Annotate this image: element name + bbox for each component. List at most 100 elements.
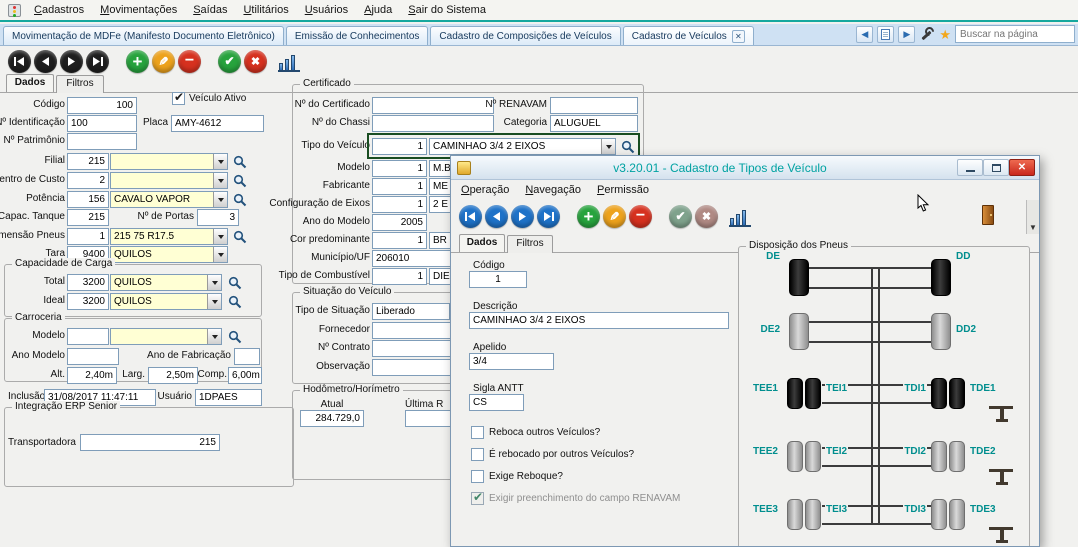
popup-tab-filtros[interactable]: Filtros	[507, 235, 553, 253]
toolbar-overflow-button[interactable]: ▼	[1026, 200, 1039, 234]
tab-filtros[interactable]: Filtros	[56, 75, 104, 93]
filial-code-field[interactable]: 215	[67, 153, 109, 170]
comp-field[interactable]: 6,00m	[228, 367, 262, 384]
popup-sigla-antt-field[interactable]: CS	[469, 394, 524, 411]
popup-first-record-button[interactable]	[459, 205, 482, 228]
carroceria-modelo-lookup-button[interactable]	[226, 328, 243, 345]
ideal-code-field[interactable]: 3200	[67, 293, 109, 310]
popup-menu-operacao[interactable]: Operação	[453, 183, 517, 197]
next-record-button[interactable]	[60, 50, 83, 73]
popup-chart-button[interactable]	[729, 206, 751, 227]
centro-custo-lookup-button[interactable]	[231, 172, 248, 189]
popup-cancel-button[interactable]: ✖	[695, 205, 718, 228]
ideal-lookup-button[interactable]	[226, 293, 243, 310]
tipo-veiculo-combo[interactable]: CAMINHAO 3/4 2 EIXOS	[429, 138, 616, 155]
potencia-combo[interactable]: CAVALO VAPOR	[110, 191, 228, 208]
menu-utilitarios[interactable]: Utilitários	[235, 3, 296, 17]
star-icon[interactable]: ★	[939, 28, 951, 41]
previous-record-button[interactable]	[34, 50, 57, 73]
wrench-icon[interactable]	[919, 26, 935, 42]
menu-cadastros[interactable]: Cadastros	[26, 3, 92, 17]
patrimonio-field[interactable]	[67, 133, 137, 150]
cert-modelo-code-field[interactable]: 1	[372, 160, 427, 177]
back-button[interactable]: ◀	[856, 26, 873, 43]
transportadora-field[interactable]: 215	[80, 434, 220, 451]
tab-dados[interactable]: Dados	[6, 74, 54, 92]
config-eixos-code-field[interactable]: 1	[372, 196, 427, 213]
num-certificado-field[interactable]	[372, 97, 494, 114]
chevron-down-icon[interactable]	[213, 154, 227, 169]
exit-door-button[interactable]	[981, 204, 997, 226]
ano-modelo-field[interactable]	[67, 348, 119, 365]
potencia-lookup-button[interactable]	[231, 191, 248, 208]
forward-button[interactable]: ▶	[898, 26, 915, 43]
ideal-combo[interactable]: QUILOS	[110, 293, 222, 310]
popup-titlebar[interactable]: v3.20.01 - Cadastro de Tipos de Veículo …	[451, 156, 1039, 180]
chevron-down-icon[interactable]	[207, 329, 221, 344]
popup-add-button[interactable]: +	[577, 205, 600, 228]
cor-code-field[interactable]: 1	[372, 232, 427, 249]
close-icon[interactable]: ✕	[732, 30, 745, 43]
num-portas-field[interactable]: 3	[197, 209, 239, 226]
chevron-down-icon[interactable]	[213, 192, 227, 207]
chevron-down-icon[interactable]	[207, 294, 221, 309]
menu-ajuda[interactable]: Ajuda	[356, 3, 400, 17]
total-combo[interactable]: QUILOS	[110, 274, 222, 291]
hodometro-atual-field[interactable]: 284.729,0	[300, 410, 364, 427]
centro-custo-combo[interactable]	[110, 172, 228, 189]
ano-do-modelo-field[interactable]: 2005	[372, 214, 427, 231]
dimensao-pneus-combo[interactable]: 215 75 R17.5	[110, 228, 228, 245]
chassi-field[interactable]	[372, 115, 494, 132]
cancel-button[interactable]: ✖	[244, 50, 267, 73]
placa-field[interactable]: AMY-4612	[171, 115, 264, 132]
rebocado-checkbox[interactable]	[471, 448, 484, 461]
first-record-button[interactable]	[8, 50, 31, 73]
popup-next-record-button[interactable]	[511, 205, 534, 228]
carroceria-modelo-combo[interactable]	[110, 328, 222, 345]
menu-movimentacoes[interactable]: Movimentações	[92, 3, 185, 17]
tab-cadastro-composicoes[interactable]: Cadastro de Composições de Veículos	[430, 26, 620, 45]
chevron-down-icon[interactable]	[601, 139, 615, 154]
larg-field[interactable]: 2,50m	[148, 367, 198, 384]
menu-sair[interactable]: Sair do Sistema	[400, 3, 494, 17]
combustivel-code-field[interactable]: 1	[372, 268, 427, 285]
tara-combo[interactable]: QUILOS	[110, 246, 228, 263]
popup-codigo-field[interactable]: 1	[469, 271, 527, 288]
popup-delete-button[interactable]: −	[629, 205, 652, 228]
chevron-down-icon[interactable]	[213, 247, 227, 262]
chevron-down-icon[interactable]	[207, 275, 221, 290]
tipo-veiculo-lookup-button[interactable]	[619, 138, 636, 155]
dimensao-pneus-code-field[interactable]: 1	[67, 228, 109, 245]
veiculo-ativo-checkbox[interactable]	[172, 92, 185, 105]
renavam-field[interactable]	[550, 97, 638, 114]
confirm-button[interactable]: ✔	[218, 50, 241, 73]
reboca-checkbox[interactable]	[471, 426, 484, 439]
total-code-field[interactable]: 3200	[67, 274, 109, 291]
tipo-veiculo-code-field[interactable]: 1	[372, 138, 427, 155]
menu-saidas[interactable]: Saídas	[185, 3, 235, 17]
popup-previous-record-button[interactable]	[485, 205, 508, 228]
maximize-button[interactable]	[983, 159, 1009, 176]
tab-movimentacao-mdfe[interactable]: Movimentação de MDFe (Manifesto Document…	[3, 26, 284, 45]
chart-button[interactable]	[278, 51, 300, 72]
popup-tab-dados[interactable]: Dados	[459, 234, 505, 252]
close-window-button[interactable]: ✕	[1009, 159, 1035, 176]
exige-reboque-checkbox[interactable]	[471, 470, 484, 483]
popup-descricao-field[interactable]: CAMINHAO 3/4 2 EIXOS	[469, 312, 729, 329]
carroceria-modelo-code-field[interactable]	[67, 328, 109, 345]
popup-edit-button[interactable]: ✎	[603, 205, 626, 228]
capac-tanque-field[interactable]: 215	[67, 209, 109, 226]
filial-lookup-button[interactable]	[231, 153, 248, 170]
dimensao-pneus-lookup-button[interactable]	[231, 228, 248, 245]
edit-button[interactable]: ✎	[152, 50, 175, 73]
delete-button[interactable]: −	[178, 50, 201, 73]
tab-cadastro-veiculos[interactable]: Cadastro de Veículos✕	[623, 26, 754, 45]
minimize-button[interactable]	[957, 159, 983, 176]
last-record-button[interactable]	[86, 50, 109, 73]
pages-button[interactable]	[877, 26, 894, 43]
total-lookup-button[interactable]	[226, 274, 243, 291]
popup-menu-navegacao[interactable]: Navegação	[517, 183, 589, 197]
ano-fabricacao-field[interactable]	[234, 348, 260, 365]
popup-menu-permissao[interactable]: Permissão	[589, 183, 657, 197]
codigo-field[interactable]: 100	[67, 97, 137, 114]
